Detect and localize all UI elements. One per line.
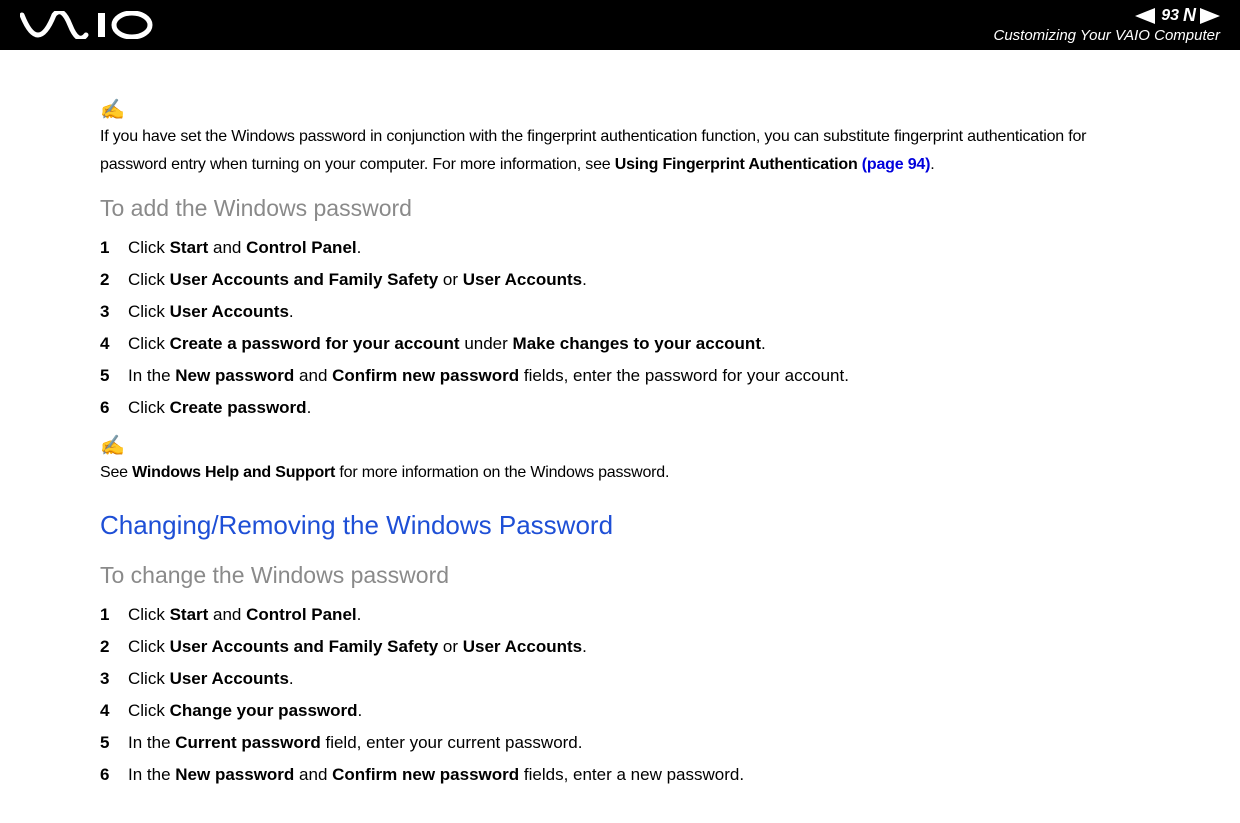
vaio-logo	[20, 10, 160, 40]
header-subtitle: Customizing Your VAIO Computer	[994, 27, 1221, 45]
step-item: In the Current password field, enter you…	[100, 729, 1140, 757]
n-indicator: N	[1183, 5, 1196, 27]
vaio-logo-svg	[20, 11, 160, 39]
page-content: ✍ If you have set the Windows password i…	[0, 50, 1240, 823]
step-item: Click Start and Control Panel.	[100, 601, 1140, 629]
heading-change-remove: Changing/Removing the Windows Password	[100, 504, 1140, 547]
prev-page-arrow-icon[interactable]	[1135, 8, 1155, 24]
step-item: In the New password and Confirm new pass…	[100, 761, 1140, 789]
note-icon: ✍	[100, 100, 1140, 120]
step-item: Click Create password.	[100, 394, 1140, 422]
step-item: Click Start and Control Panel.	[100, 234, 1140, 262]
note-fingerprint: ✍ If you have set the Windows password i…	[100, 100, 1140, 178]
note-text: If you have set the Windows password in …	[100, 128, 1086, 173]
step-item: Click User Accounts and Family Safety or…	[100, 633, 1140, 661]
heading-add-password: To add the Windows password	[100, 190, 1140, 228]
heading-change-password: To change the Windows password	[100, 557, 1140, 595]
page-number: 93	[1159, 6, 1181, 25]
step-item: Click User Accounts and Family Safety or…	[100, 266, 1140, 294]
steps-change-password: Click Start and Control Panel. Click Use…	[100, 601, 1140, 789]
page-nav: 93 N	[994, 5, 1221, 27]
page-header: 93 N Customizing Your VAIO Computer	[0, 0, 1240, 50]
note-help-support: ✍ See Windows Help and Support for more …	[100, 436, 1140, 486]
step-item: In the New password and Confirm new pass…	[100, 362, 1140, 390]
steps-add-password: Click Start and Control Panel. Click Use…	[100, 234, 1140, 422]
step-item: Click Change your password.	[100, 697, 1140, 725]
link-page-94[interactable]: (page 94)	[862, 156, 930, 173]
next-page-arrow-icon[interactable]	[1200, 8, 1220, 24]
note-icon: ✍	[100, 436, 1140, 456]
step-item: Click User Accounts.	[100, 665, 1140, 693]
step-item: Click User Accounts.	[100, 298, 1140, 326]
note-text: See Windows Help and Support for more in…	[100, 464, 669, 481]
step-item: Click Create a password for your account…	[100, 330, 1140, 358]
header-right: 93 N Customizing Your VAIO Computer	[994, 5, 1221, 45]
